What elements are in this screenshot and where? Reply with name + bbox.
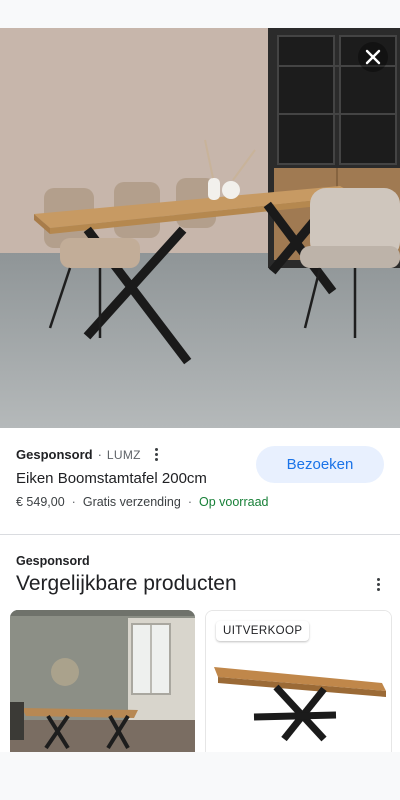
brand-name: LUMZ — [106, 447, 141, 462]
more-options-icon[interactable] — [151, 446, 162, 463]
sale-badge: UITVERKOOP — [216, 621, 310, 641]
similar-products-title: Vergelijkbare producten — [16, 572, 237, 595]
similar-product-tile[interactable] — [10, 610, 195, 752]
sponsor-row: Gesponsord · LUMZ — [16, 446, 162, 463]
similar-product-tile[interactable]: UITVERKOOP — [205, 610, 392, 752]
product-photo — [10, 610, 195, 752]
meta-separator: · — [187, 495, 192, 509]
meta-separator: · — [71, 495, 76, 509]
product-title[interactable]: Eiken Boomstamtafel 200cm — [16, 470, 207, 487]
close-icon — [365, 49, 381, 65]
close-button[interactable] — [358, 42, 388, 72]
bottom-bar — [0, 752, 400, 800]
dining-table-photo — [0, 28, 400, 428]
product-meta: € 549,00 · Gratis verzending · Op voorra… — [16, 495, 268, 509]
separator-dot: · — [97, 447, 102, 462]
similar-more-options-icon[interactable] — [377, 578, 380, 591]
visit-button[interactable]: Bezoeken — [256, 446, 384, 483]
sponsored-label: Gesponsord — [16, 447, 93, 462]
stock-status: Op voorraad — [198, 495, 269, 509]
section-divider — [0, 534, 400, 535]
price: € 549,00 — [16, 495, 65, 509]
similar-sponsored-label: Gesponsord — [16, 554, 90, 568]
shipping-info: Gratis verzending — [82, 495, 181, 509]
product-hero-image[interactable] — [0, 28, 400, 428]
status-bar — [0, 0, 400, 28]
product-card: Gesponsord · LUMZ Eiken Boomstamtafel 20… — [0, 428, 400, 532]
similar-products-section: Gesponsord Vergelijkbare producten UITVE… — [0, 536, 400, 752]
